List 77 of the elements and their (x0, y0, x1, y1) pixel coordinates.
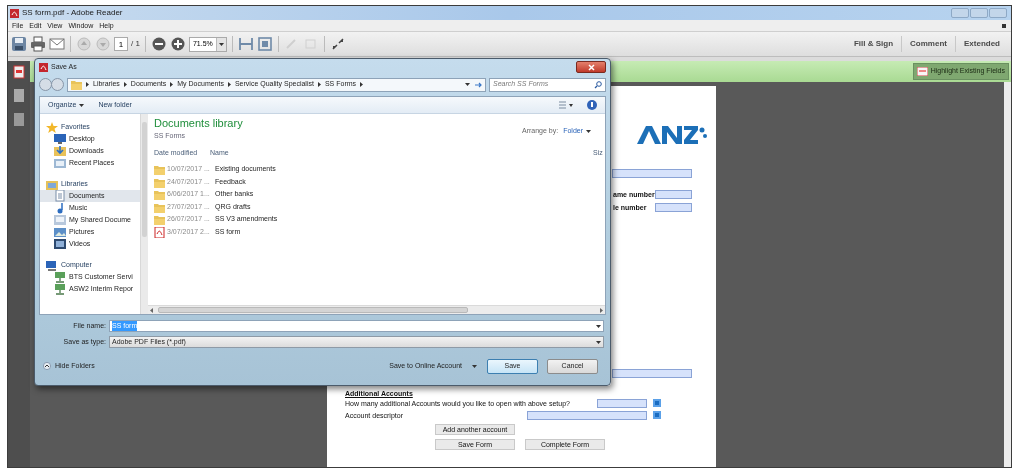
pane-tab[interactable]: Fill & Sign (846, 38, 902, 50)
help-icon (587, 100, 597, 110)
folder-icon (154, 201, 165, 213)
page-count: / 1 (131, 38, 140, 50)
print-icon[interactable] (30, 36, 46, 52)
pane-tab[interactable]: Extended (956, 38, 1008, 50)
folder-icon (154, 164, 165, 175)
desktop-icon (54, 133, 66, 145)
folder-icon (154, 214, 165, 225)
folder-icon (154, 176, 165, 188)
form-field[interactable] (655, 203, 692, 212)
chevron-right-icon (317, 82, 321, 87)
chevron-right-icon (227, 82, 231, 87)
zoom-in-icon[interactable] (169, 36, 186, 52)
form-field[interactable] (655, 190, 692, 199)
fit-page-icon[interactable] (256, 36, 273, 52)
network-icon (54, 271, 66, 283)
folder-icon (154, 189, 165, 200)
fit-width-icon[interactable] (237, 36, 254, 52)
scroll-right-icon (600, 307, 603, 313)
refresh-icon (474, 80, 482, 89)
save-icon[interactable] (11, 36, 27, 52)
pane-tab[interactable]: Comment (902, 38, 955, 50)
pictures-icon (54, 226, 66, 238)
close-button[interactable] (576, 61, 606, 73)
form-field[interactable] (597, 399, 647, 408)
form-field[interactable] (612, 369, 692, 378)
caret-icon (218, 42, 224, 46)
form-field[interactable] (612, 169, 692, 178)
pdf-file-icon (154, 226, 165, 238)
folder-icon (71, 79, 82, 90)
chevron-right-icon (123, 82, 127, 87)
caret-icon (596, 340, 601, 344)
minimize-button[interactable] (951, 8, 969, 18)
maximize-button[interactable] (970, 8, 988, 18)
window-title: SS form.pdf - Adobe Reader (22, 9, 123, 17)
caret-icon (79, 103, 85, 107)
library-title: Documents library (154, 117, 243, 131)
close-icon (587, 63, 595, 71)
forms-panel-icon (12, 64, 26, 80)
videos-icon (54, 238, 66, 250)
vertical-scrollbar[interactable] (1004, 82, 1011, 467)
search-icon (594, 80, 602, 89)
view-options-icon (559, 101, 573, 109)
email-icon[interactable] (49, 36, 65, 52)
network-icon (54, 283, 66, 295)
collapse-icon (43, 362, 51, 370)
form-fields-icon (916, 67, 928, 76)
chevron-right-icon (170, 82, 174, 87)
form-field[interactable] (527, 411, 647, 420)
zoom-out-icon[interactable] (150, 36, 167, 52)
caret-icon (586, 129, 591, 133)
downloads-icon (54, 145, 66, 157)
caret-icon (596, 324, 601, 328)
pdf-app-icon (39, 62, 48, 72)
document-icon (54, 190, 66, 202)
close-document-icon[interactable] (1002, 23, 1006, 28)
library-icon (46, 178, 58, 191)
attachments-icon (12, 112, 26, 128)
caret-icon (472, 364, 477, 368)
previous-page-icon[interactable] (76, 36, 92, 52)
recent-icon (54, 157, 66, 169)
chevron-right-icon (86, 82, 89, 87)
pdf-app-icon (10, 8, 19, 18)
chevron-right-icon (360, 82, 364, 87)
computer-icon (46, 259, 58, 272)
page-number-field[interactable]: 1 (114, 37, 128, 51)
next-page-icon[interactable] (95, 36, 111, 52)
nav-scrollbar[interactable] (140, 114, 148, 314)
scroll-left-icon (150, 307, 153, 313)
horizontal-scrollbar[interactable] (148, 305, 605, 314)
shared-icon (54, 214, 66, 226)
back-button[interactable] (39, 78, 52, 91)
star-icon (46, 121, 58, 134)
sticky-note-icon[interactable] (302, 36, 319, 52)
forward-button[interactable] (51, 78, 64, 91)
pages-icon (12, 88, 26, 104)
